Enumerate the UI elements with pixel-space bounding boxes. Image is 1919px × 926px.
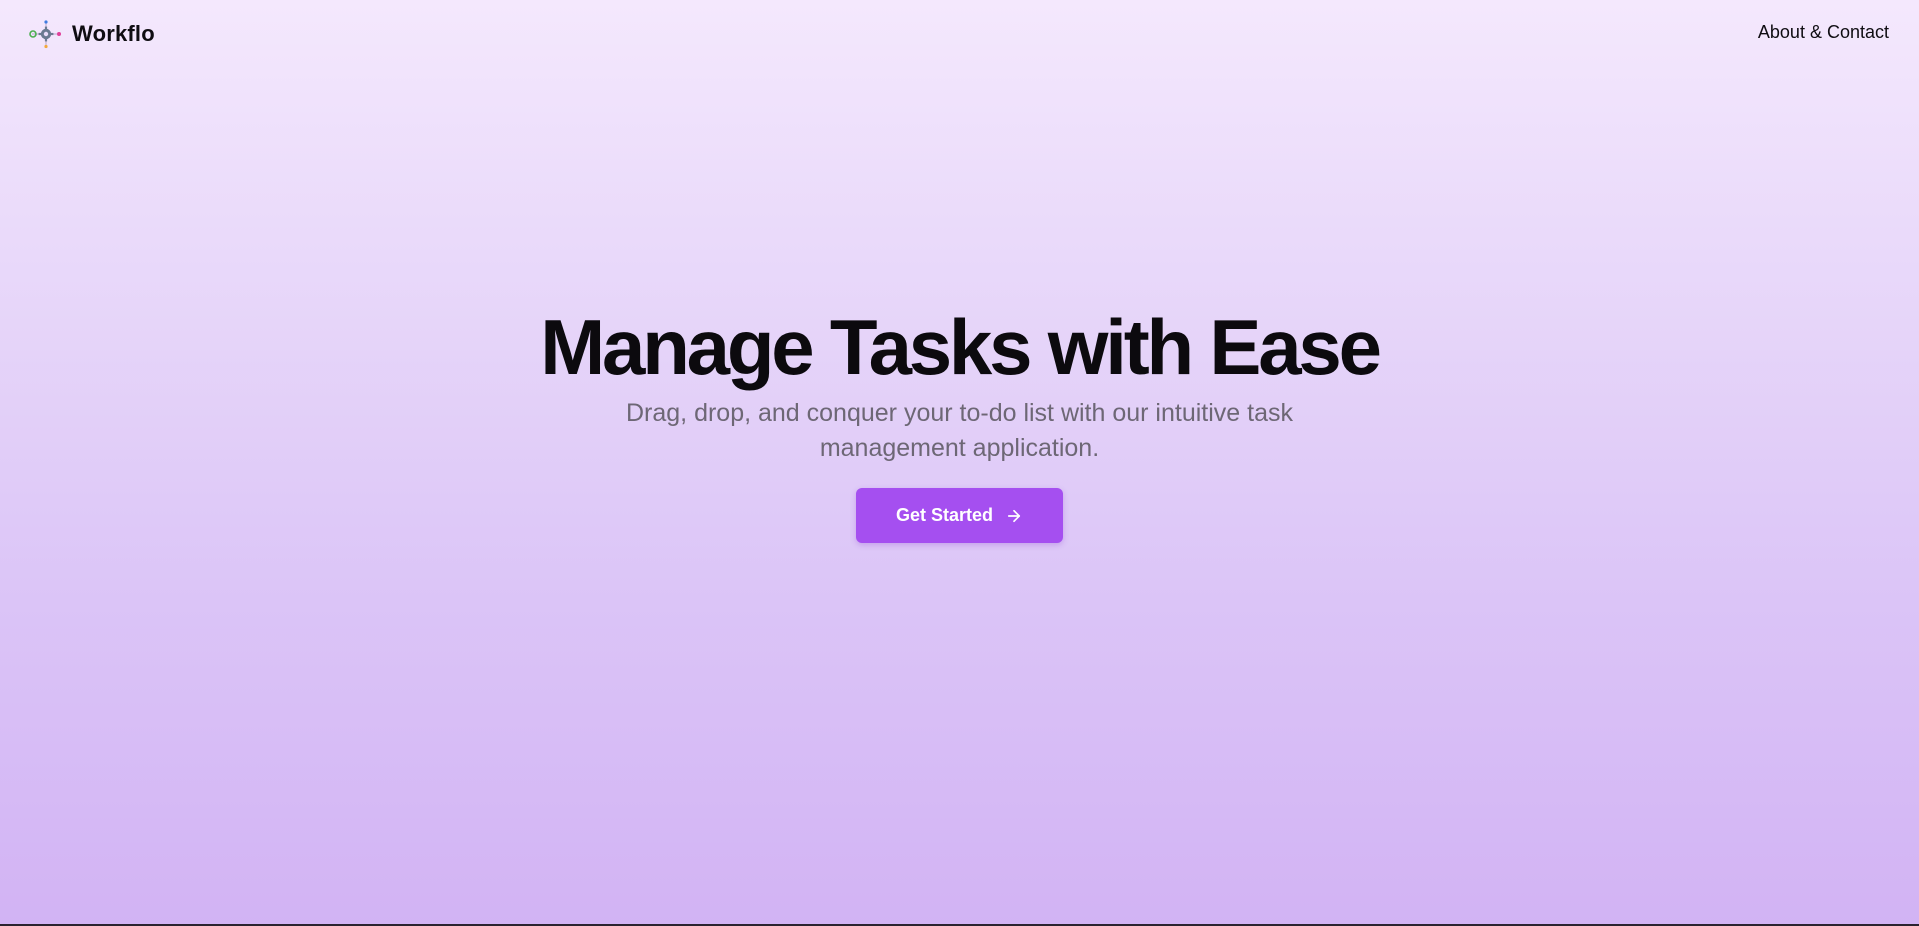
hero-title: Manage Tasks with Ease [540,303,1382,391]
brand-link[interactable]: Workflo [28,18,155,50]
get-started-button[interactable]: Get Started [855,488,1064,543]
site-header: Workflo About & Contact [0,0,1919,68]
about-contact-link[interactable]: About & Contact [1758,22,1889,43]
hero-section: Manage Tasks with Ease Drag, drop, and c… [0,300,1919,543]
gear-network-icon [29,20,61,49]
get-started-label: Get Started [895,505,994,525]
brand-name: Workflo [72,21,155,46]
hero-subtitle: Drag, drop, and conquer your to-do list … [625,399,1293,462]
arrow-right-icon [1007,509,1021,522]
